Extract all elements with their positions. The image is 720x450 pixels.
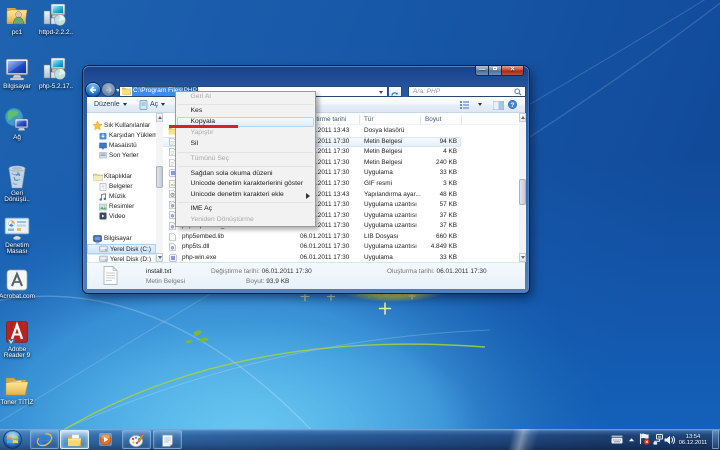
svg-text:?: ? bbox=[511, 102, 515, 109]
